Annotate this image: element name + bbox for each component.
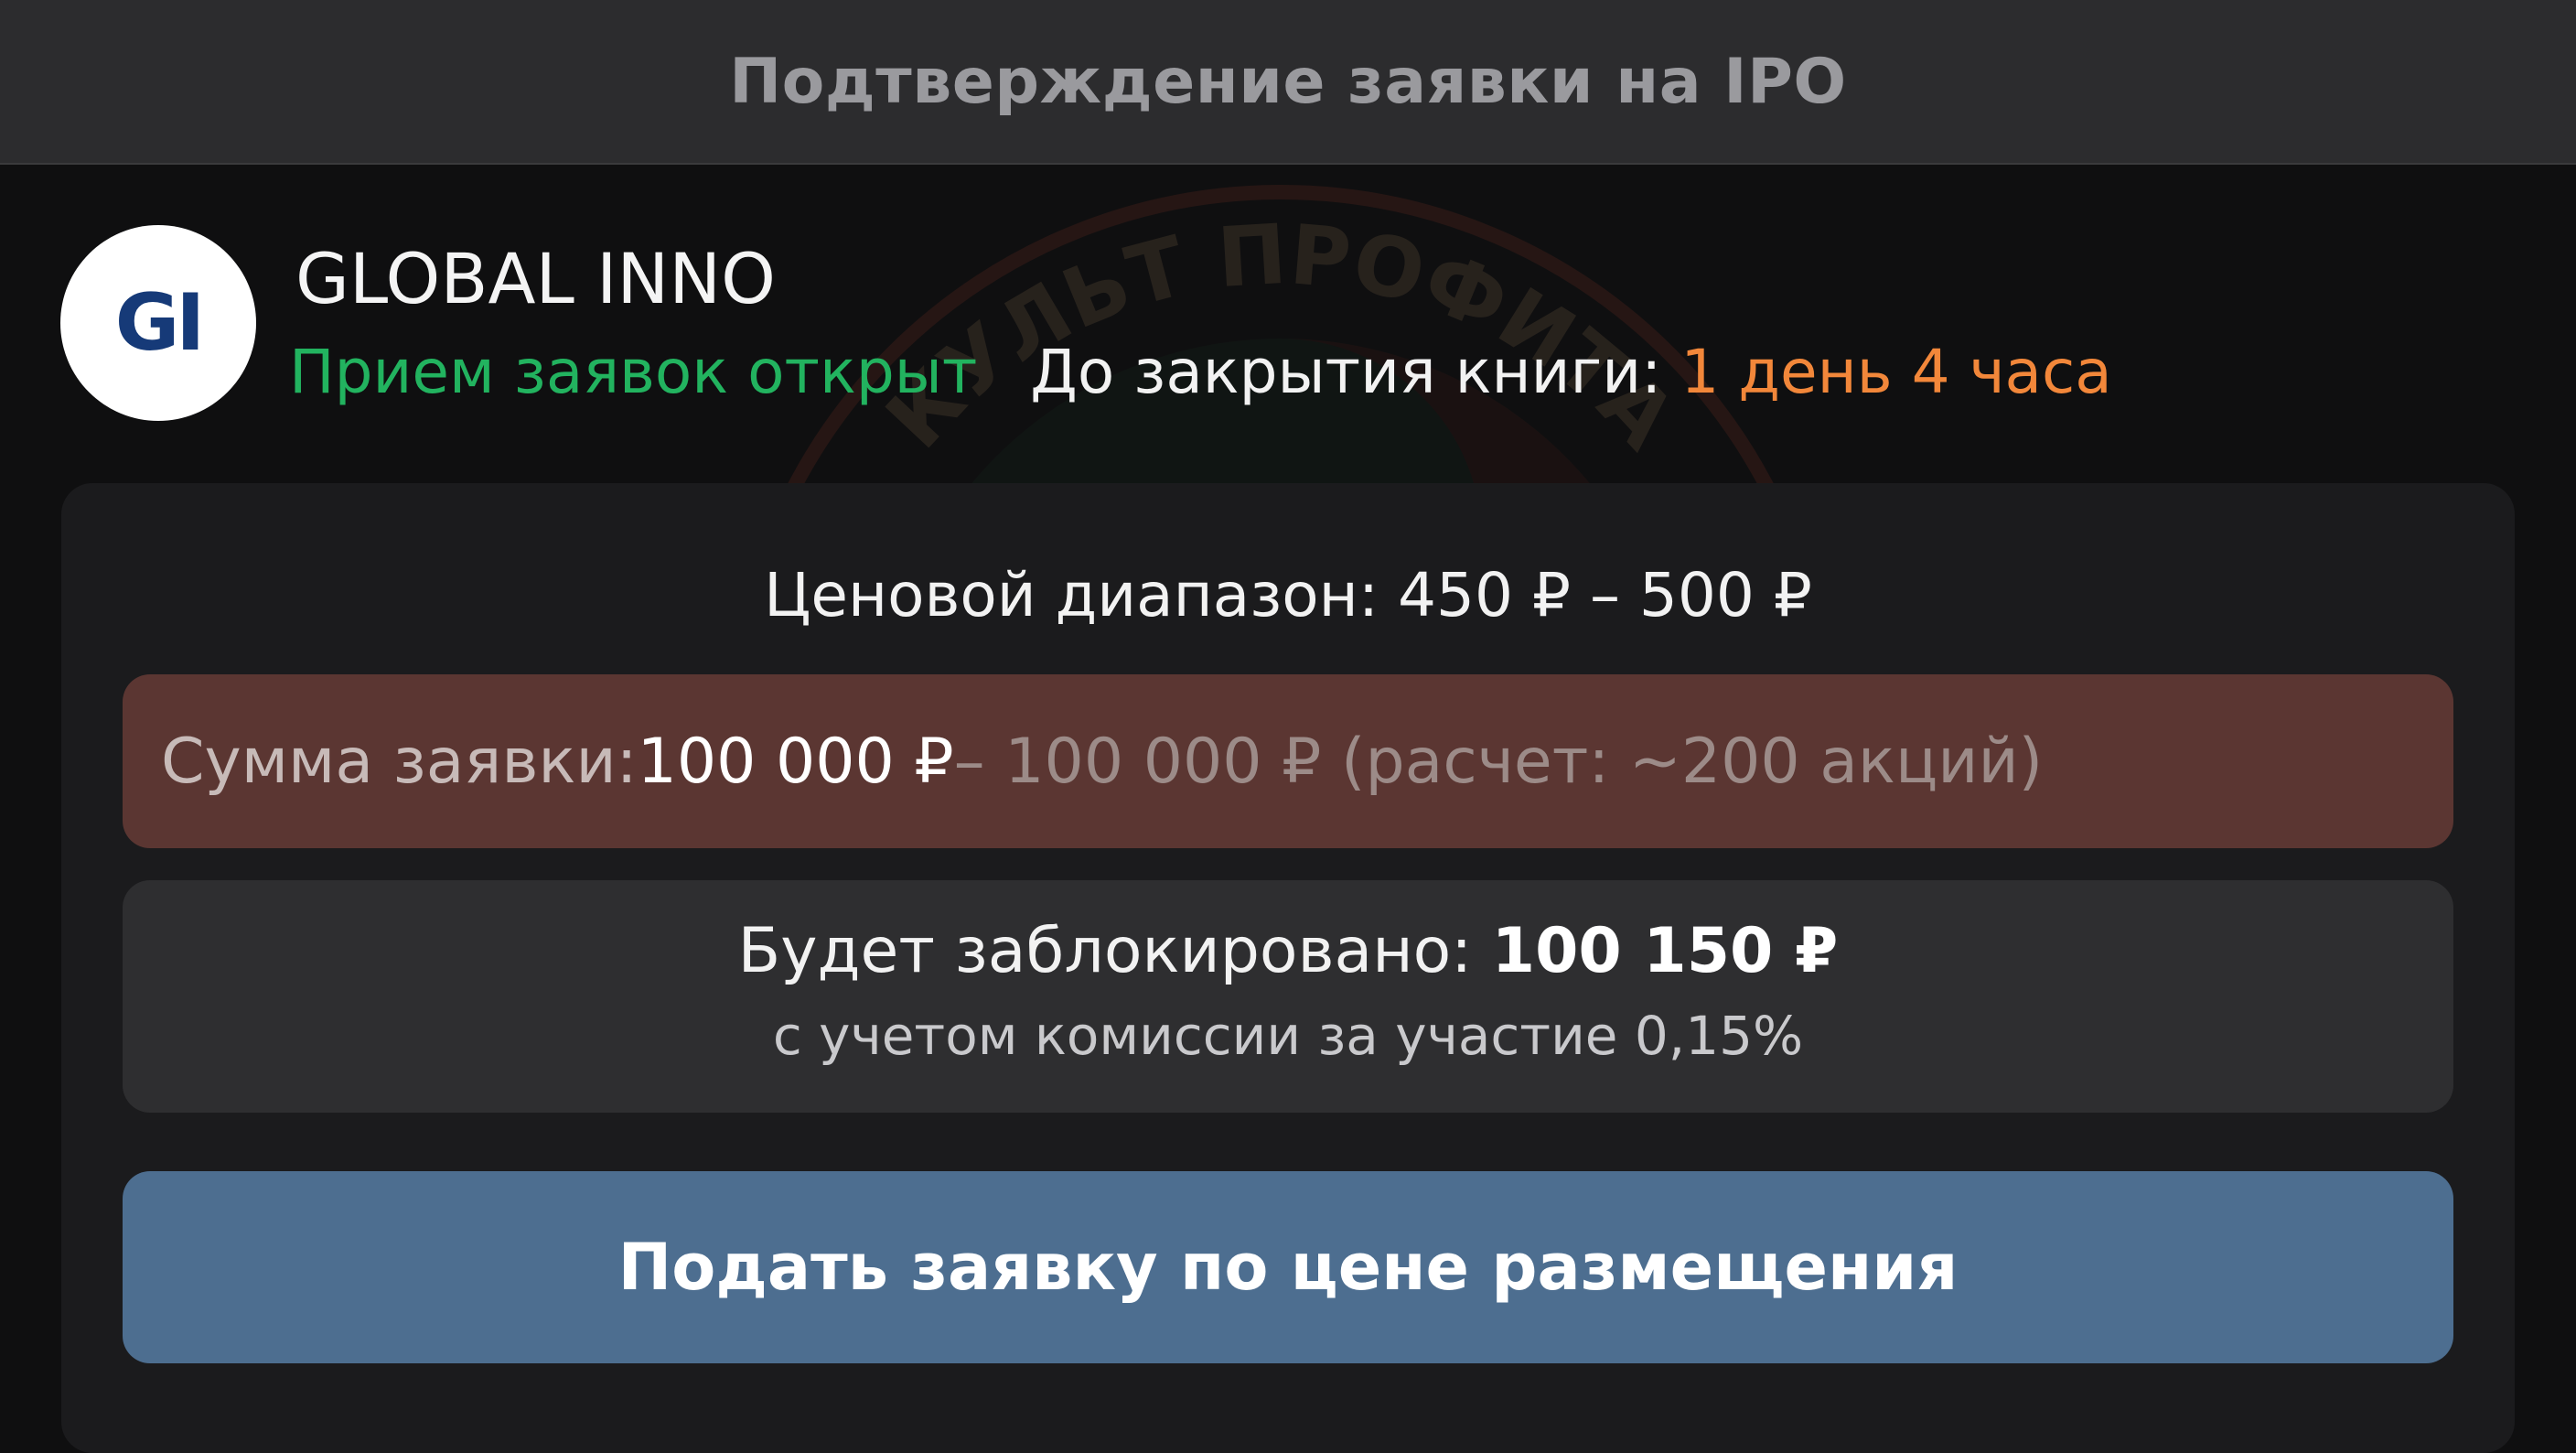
blocked-amount-label: Будет заблокировано: [737, 915, 1492, 987]
order-amount-estimate: – 100 000 ₽ (расчет: ~200 акций) [953, 725, 2044, 798]
order-amount-value: 100 000 ₽ [637, 725, 954, 798]
order-amount-field[interactable]: Сумма заявки: 100 000 ₽ – 100 000 ₽ (рас… [123, 674, 2453, 848]
price-range: Ценовой диапазон: 450 ₽ – 500 ₽ [764, 560, 1812, 630]
status-open-label: Прием заявок открыт [289, 337, 978, 407]
dialog-title: Подтверждение заявки на IPO [729, 45, 1847, 118]
company-logo-text: GI [114, 277, 206, 369]
order-amount-label: Сумма заявки: [161, 725, 638, 798]
blocked-amount-line: Будет заблокировано: 100 150 ₽ [123, 915, 2453, 987]
company-logo-icon: GI [60, 225, 256, 421]
dialog-header: Подтверждение заявки на IPO [0, 0, 2576, 165]
company-info: GI GLOBAL INNO Прием заявок открыт До зак… [60, 225, 2530, 426]
company-name: GLOBAL INNO [295, 238, 776, 319]
book-status-line: Прием заявок открыт До закрытия книги: 1 … [289, 337, 2112, 407]
book-close-time: 1 день 4 часа [1680, 337, 2112, 407]
order-card: Ценовой диапазон: 450 ₽ – 500 ₽ Сумма за… [61, 483, 2515, 1453]
blocked-amount-box: Будет заблокировано: 100 150 ₽ с учетом … [123, 880, 2453, 1113]
blocked-amount-value: 100 150 ₽ [1491, 915, 1839, 987]
book-close-label: До закрытия книги: [1030, 337, 1662, 407]
commission-note: с учетом комиссии за участие 0,15% [772, 1005, 1804, 1067]
submit-order-button[interactable]: Подать заявку по цене размещения [123, 1171, 2453, 1363]
